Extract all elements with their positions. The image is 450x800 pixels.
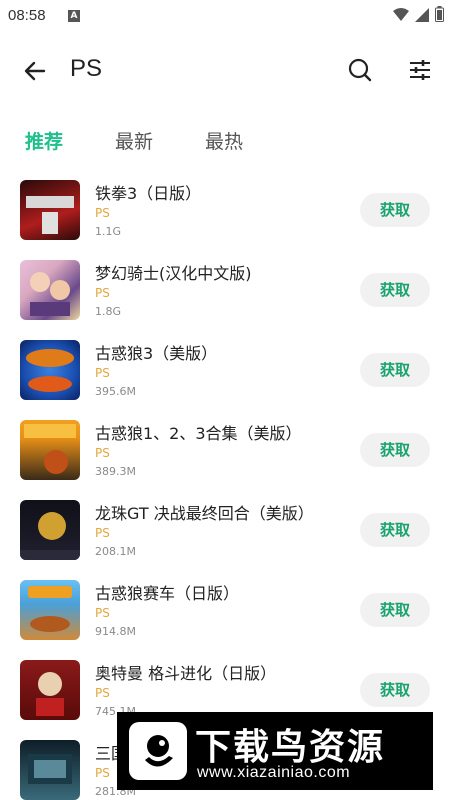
back-button[interactable]: [20, 56, 50, 86]
get-button[interactable]: 获取: [360, 593, 430, 627]
signal-icon: [415, 7, 429, 26]
game-platform: PS: [95, 766, 110, 780]
list-item[interactable]: 梦幻骑士(汉化中文版) PS 1.8G 获取: [0, 250, 450, 330]
tab-latest[interactable]: 最新: [115, 127, 153, 154]
list-item[interactable]: 古惑狼赛车（日版） PS 914.8M 获取: [0, 570, 450, 650]
app-bar: PS: [0, 40, 450, 100]
tab-hottest[interactable]: 最热: [205, 127, 243, 154]
game-name: 古惑狼赛车（日版）: [95, 584, 240, 603]
wifi-icon: [393, 7, 409, 26]
search-button[interactable]: [345, 55, 375, 85]
game-size: 914.8M: [95, 625, 136, 638]
game-name: 龙珠GT 决战最终回合（美版）: [95, 504, 314, 523]
get-button[interactable]: 获取: [360, 353, 430, 387]
status-bar: 08:58 A: [0, 0, 450, 32]
get-button[interactable]: 获取: [360, 673, 430, 707]
page-title: PS: [70, 55, 103, 82]
game-thumbnail: [20, 500, 80, 560]
filter-button[interactable]: [405, 55, 435, 85]
game-thumbnail: [20, 340, 80, 400]
list-item[interactable]: 铁拳3（日版） PS 1.1G 获取: [0, 170, 450, 250]
game-size: 208.1M: [95, 545, 136, 558]
game-platform: PS: [95, 606, 110, 620]
get-button[interactable]: 获取: [360, 433, 430, 467]
list-item[interactable]: 古惑狼1、2、3合集（美版） PS 389.3M 获取: [0, 410, 450, 490]
get-button[interactable]: 获取: [360, 193, 430, 227]
arrow-left-icon: [24, 61, 46, 81]
list-item[interactable]: 龙珠GT 决战最终回合（美版） PS 208.1M 获取: [0, 490, 450, 570]
game-size: 1.8G: [95, 305, 122, 318]
game-thumbnail: [20, 180, 80, 240]
game-thumbnail: [20, 740, 80, 800]
tab-recommended[interactable]: 推荐: [25, 127, 63, 154]
watermark-banner: 下载鸟资源 www.xiazainiao.com: [117, 712, 433, 790]
watermark-url: www.xiazainiao.com: [197, 764, 351, 781]
get-button[interactable]: 获取: [360, 273, 430, 307]
search-icon: [348, 58, 372, 82]
watermark-title: 下载鸟资源: [195, 727, 386, 768]
game-platform: PS: [95, 286, 110, 300]
game-size: 395.6M: [95, 385, 136, 398]
sliders-icon: [410, 60, 430, 80]
bird-logo-icon: [129, 722, 187, 780]
game-platform: PS: [95, 206, 110, 220]
get-button[interactable]: 获取: [360, 513, 430, 547]
game-name: 奥特曼 格斗进化（日版）: [95, 664, 277, 683]
tab-bar: 推荐 最新 最热: [0, 122, 450, 162]
game-name: 古惑狼3（美版）: [95, 344, 218, 363]
game-platform: PS: [95, 446, 110, 460]
game-name: 铁拳3（日版）: [95, 184, 202, 203]
status-icons: [393, 6, 444, 26]
game-thumbnail: [20, 260, 80, 320]
battery-icon: [435, 6, 444, 26]
game-thumbnail: [20, 660, 80, 720]
game-name: 梦幻骑士(汉化中文版): [95, 264, 252, 283]
game-thumbnail: [20, 580, 80, 640]
game-platform: PS: [95, 366, 110, 380]
notification-icon: A: [68, 10, 80, 22]
status-time: 08:58: [8, 7, 46, 24]
game-platform: PS: [95, 526, 110, 540]
game-size: 1.1G: [95, 225, 122, 238]
game-size: 389.3M: [95, 465, 136, 478]
game-name: 古惑狼1、2、3合集（美版）: [95, 424, 302, 443]
game-thumbnail: [20, 420, 80, 480]
list-item[interactable]: 古惑狼3（美版） PS 395.6M 获取: [0, 330, 450, 410]
game-platform: PS: [95, 686, 110, 700]
